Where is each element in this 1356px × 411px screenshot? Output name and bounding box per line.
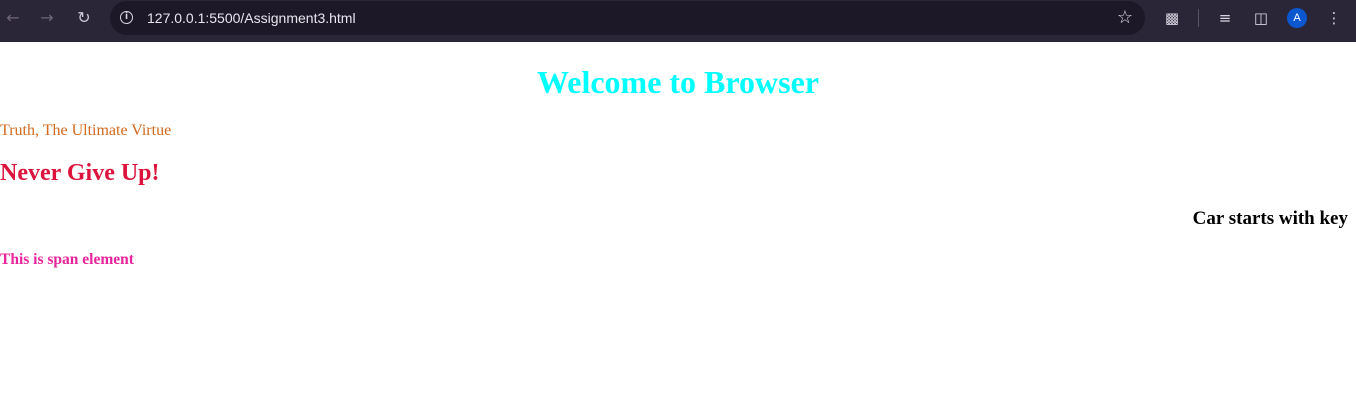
span-element-text: This is span element [0,251,134,268]
info-icon[interactable]: i [120,11,133,24]
star-icon[interactable]: ☆ [1117,6,1133,30]
reading-list-icon[interactable]: ≡ [1212,5,1238,31]
virtue-paragraph: Truth, The Ultimate Virtue [0,122,172,139]
puzzle-icon[interactable]: ▩ [1159,5,1185,31]
address-bar[interactable]: i 127.0.0.1:5500/Assignment3.html ☆ [110,1,1145,35]
back-arrow-icon[interactable]: ← [0,5,26,31]
kebab-menu-icon[interactable]: ⋮ [1321,5,1347,31]
car-heading: Car starts with key [1192,208,1348,229]
side-panel-icon[interactable]: ◫ [1248,5,1274,31]
page-heading: Welcome to Browser [537,64,819,100]
never-give-up-heading: Never Give Up! [0,160,160,186]
toolbar-divider [1198,9,1199,27]
url-text[interactable]: 127.0.0.1:5500/Assignment3.html [147,10,356,26]
reload-icon[interactable]: ↻ [71,5,97,31]
forward-arrow-icon[interactable]: → [34,5,60,31]
avatar[interactable]: A [1287,8,1307,28]
browser-toolbar: ← → ↻ i 127.0.0.1:5500/Assignment3.html … [0,0,1356,42]
